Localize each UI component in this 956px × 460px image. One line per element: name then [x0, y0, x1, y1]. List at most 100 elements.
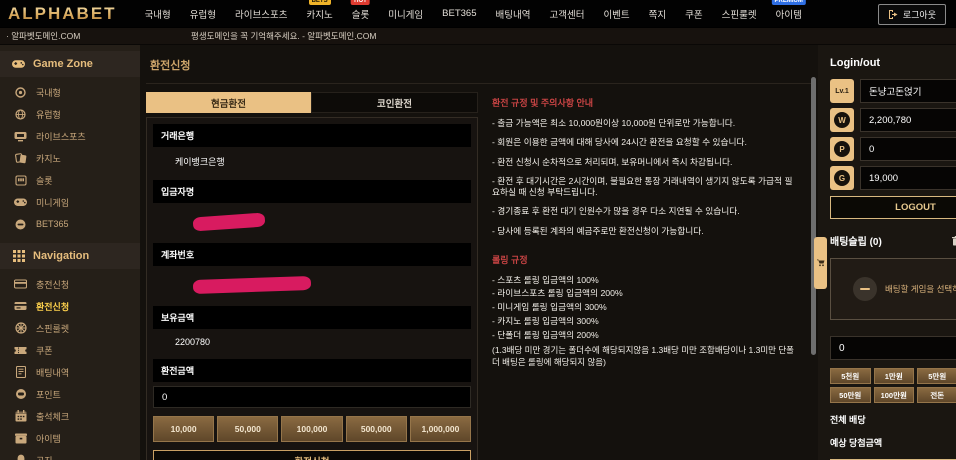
rolling-rules-title: 롤링 규정 [492, 253, 798, 266]
nav-item-event[interactable]: 이벤트 [603, 7, 629, 21]
bet-amount-input[interactable] [830, 336, 956, 360]
clear-cart-button[interactable]: 카트비우기 [952, 235, 956, 246]
bet-quick-amount-button[interactable]: 1만원 [874, 368, 915, 384]
bet-quick-amounts: 5천원 1만원 5만원 10만원 50만원 100만원 전돈 MAX [830, 368, 956, 403]
depositor-value-redacted [153, 203, 471, 237]
bet-quick-amount-button[interactable]: 100만원 [874, 387, 915, 403]
bet-quick-amount-button[interactable]: 전돈 [917, 387, 956, 403]
main-scrollbar[interactable] [811, 77, 816, 355]
sidebar-item-label: 출석체크 [36, 410, 69, 423]
sidebar-item-withdraw[interactable]: 환전신청 [0, 295, 140, 317]
redaction-scribble [193, 276, 311, 294]
nav-item-european[interactable]: 유럽형 [190, 7, 216, 21]
sidebar-item-label: BET365 [36, 219, 69, 229]
minus-circle-icon [853, 277, 877, 301]
username-field: 돈냥고돈얹기 [860, 79, 956, 103]
gold-icon: G [830, 166, 854, 190]
sidebar-item-label: 카지노 [36, 152, 61, 165]
quick-amount-button[interactable]: 500,000 [346, 416, 407, 442]
rule-line: - 환전 신청시 순차적으로 처리되며, 보유머니에서 즉시 차감됩니다. [492, 157, 798, 168]
quick-amount-button[interactable]: 100,000 [281, 416, 342, 442]
sidebar-header-navigation-label: Navigation [33, 250, 89, 262]
quick-amount-button[interactable]: 10,000 [153, 416, 214, 442]
logout-button-label: 로그아웃 [903, 8, 936, 21]
exchange-amount-input[interactable] [153, 386, 471, 408]
quick-amount-button[interactable]: 50,000 [217, 416, 278, 442]
depositor-label: 입금자명 [153, 180, 471, 203]
target-icon [14, 86, 27, 99]
rules-title: 환전 규정 및 주의사항 안내 [492, 96, 798, 109]
sidebar-item-items[interactable]: 아이템 [0, 427, 140, 449]
exchange-rules-panel: 환전 규정 및 주의사항 안내 - 출금 가능액은 최소 10,000원이상 1… [488, 92, 812, 460]
box-icon [14, 432, 27, 445]
sidebar-item-spinroulette[interactable]: 스핀룰렛 [0, 317, 140, 339]
sidebar: Game Zone 국내형 유럽형 라이브스포츠 카지노 슬롯 미니게임 BE [0, 45, 140, 460]
coupon-icon [14, 344, 27, 357]
nav-item-domestic[interactable]: 국내형 [145, 7, 171, 21]
nav-item-bet365[interactable]: BET365 [442, 8, 476, 19]
exchange-amount-label: 환전금액 [153, 359, 471, 382]
sidebar-item-attendance[interactable]: 출석체크 [0, 405, 140, 427]
sidebar-item-domestic[interactable]: 국내형 [0, 81, 140, 103]
premium-badge: PREMIUM [772, 0, 806, 5]
account-label: 계좌번호 [153, 243, 471, 266]
sidebar-item-minigame[interactable]: 미니게임 [0, 191, 140, 213]
sidebar-item-bet-history[interactable]: 배팅내역 [0, 361, 140, 383]
sidebar-item-label: 스핀룰렛 [36, 322, 69, 335]
tab-cash-exchange[interactable]: 현금환전 [146, 92, 311, 113]
nav-item-livesports[interactable]: 라이브스포츠 [235, 7, 287, 21]
nav-item-item[interactable]: PREMIUM 아이템 [776, 7, 802, 21]
quick-amount-row: 10,000 50,000 100,000 500,000 1,000,000 [153, 416, 471, 442]
logout-button[interactable]: 로그아웃 [878, 4, 946, 25]
sidebar-item-coupon[interactable]: 쿠폰 [0, 339, 140, 361]
bet-quick-amount-button[interactable]: 5천원 [830, 368, 871, 384]
nav-item-slot-label: 슬롯 [352, 10, 369, 21]
sidebar-item-label: 슬롯 [36, 174, 53, 187]
card-withdraw-icon [14, 300, 27, 313]
bet-quick-amount-button[interactable]: 5만원 [917, 368, 956, 384]
logout-panel-button[interactable]: LOGOUT [830, 196, 956, 219]
balance-label: 보유금액 [153, 306, 471, 329]
exchange-submit-button[interactable]: 환전신청 [153, 450, 471, 460]
nav-item-message[interactable]: 쪽지 [649, 7, 666, 21]
bet-quick-amount-button[interactable]: 50만원 [830, 387, 871, 403]
rule-line: - 회원은 이용한 금액에 대해 당사에 24시간 환전을 요청할 수 있습니다… [492, 137, 798, 148]
live-tv-icon [14, 130, 27, 143]
rolling-rule-line: - 스포츠 롤링 입금액의 100% [492, 275, 798, 286]
card-deposit-icon [14, 278, 27, 291]
tab-coin-exchange[interactable]: 코인환전 [311, 92, 478, 113]
bank-value: 케이뱅크은행 [153, 147, 471, 174]
betslip-toggle-handle[interactable] [814, 237, 827, 289]
sidebar-item-points[interactable]: 포인트 [0, 383, 140, 405]
sidebar-item-european[interactable]: 유럽형 [0, 103, 140, 125]
top-nav: ALPHABET 국내형 유럽형 라이브스포츠 BETS 카지노 HOT 슬롯 … [0, 0, 956, 28]
nav-item-coupon[interactable]: 쿠폰 [685, 7, 702, 21]
rolling-rule-line: - 미니게임 롤링 입금액의 300% [492, 302, 798, 313]
sidebar-item-bet365[interactable]: BET365 [0, 213, 140, 235]
sidebar-item-casino[interactable]: 카지노 [0, 147, 140, 169]
logo[interactable]: ALPHABET [8, 4, 117, 24]
rolling-rule-line: - 단폴더 롤링 입금액의 200% [492, 330, 798, 341]
sidebar-item-deposit[interactable]: 충전신청 [0, 273, 140, 295]
nav-item-minigame[interactable]: 미니게임 [388, 7, 423, 21]
slot-machine-icon [14, 174, 27, 187]
nav-item-support[interactable]: 고객센터 [549, 7, 584, 21]
rule-line: - 출금 가능액은 최소 10,000원이상 10,000원 단위로만 가능합니… [492, 118, 798, 129]
sidebar-item-notice[interactable]: 공지 [0, 449, 140, 460]
nav-item-spinroulette[interactable]: 스핀룰렛 [722, 7, 757, 21]
nav-item-bet-history[interactable]: 배팅내역 [496, 7, 531, 21]
sidebar-header-gamezone: Game Zone [0, 51, 140, 77]
total-odds-row: 전체 배당 1 배 [830, 413, 956, 426]
point-icon: P [830, 137, 854, 161]
sidebar-item-slot[interactable]: 슬롯 [0, 169, 140, 191]
sidebar-item-label: 포인트 [36, 388, 61, 401]
sidebar-item-livesports[interactable]: 라이브스포츠 [0, 125, 140, 147]
gold-balance: 19,000 [860, 166, 956, 190]
expected-win-row: 예상 당첨금액 0 원 [830, 436, 956, 449]
quick-amount-button[interactable]: 1,000,000 [410, 416, 471, 442]
nav-item-casino[interactable]: BETS 카지노 [306, 7, 332, 21]
betslip-header: 배팅슬립 (0) 카트비우기 [830, 233, 956, 248]
nav-item-item-label: 아이템 [776, 10, 802, 21]
bet365-icon [14, 218, 27, 231]
nav-item-slot[interactable]: HOT 슬롯 [352, 7, 369, 21]
